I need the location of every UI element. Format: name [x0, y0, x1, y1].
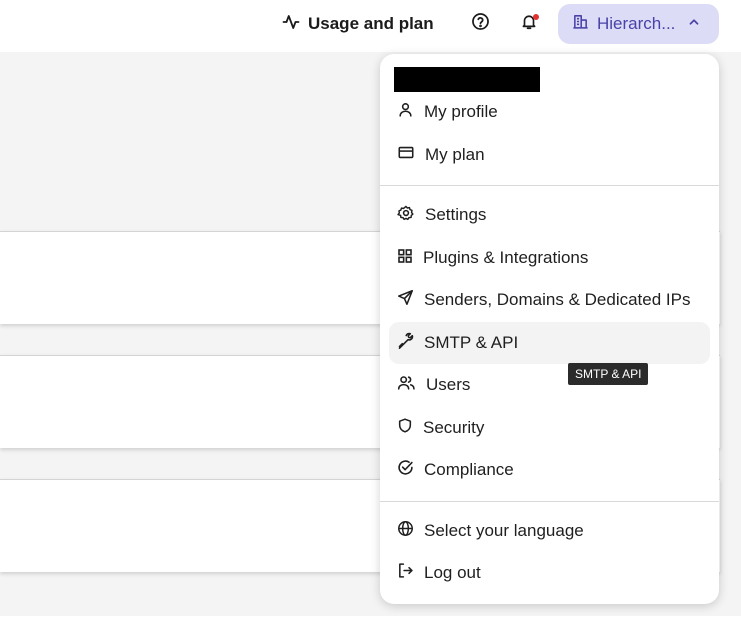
usage-and-plan-link[interactable]: Usage and plan	[282, 12, 434, 36]
shield-icon	[397, 417, 413, 439]
redacted-user-name	[394, 67, 540, 92]
help-button[interactable]	[468, 12, 492, 36]
logout-icon	[397, 562, 414, 584]
menu-item-my-profile[interactable]: My profile	[389, 91, 710, 133]
grid-icon	[397, 248, 413, 269]
menu-item-label: Senders, Domains & Dedicated IPs	[424, 290, 691, 309]
activity-icon	[282, 13, 300, 36]
menu-item-label: Plugins & Integrations	[423, 248, 589, 267]
check-circle-icon	[397, 459, 414, 481]
help-icon	[471, 12, 490, 36]
users-icon	[397, 374, 416, 396]
account-menu-button[interactable]: Hierarch...	[558, 4, 719, 44]
person-icon	[397, 101, 414, 123]
account-name: Hierarch...	[597, 14, 676, 33]
menu-item-users[interactable]: Users	[389, 364, 710, 406]
menu-item-label: My profile	[424, 102, 498, 121]
menu-item-security[interactable]: Security	[389, 407, 710, 449]
menu-item-log-out[interactable]: Log out	[389, 552, 710, 594]
menu-item-smtp-api[interactable]: SMTP & API	[389, 322, 710, 364]
menu-item-compliance[interactable]: Compliance	[389, 449, 710, 491]
menu-divider	[380, 185, 719, 186]
gear-icon	[397, 204, 415, 227]
credit-card-icon	[397, 144, 415, 166]
top-bar: Usage and plan Hierarch...	[0, 0, 741, 52]
paper-plane-icon	[397, 289, 414, 311]
menu-item-label: Select your language	[424, 521, 584, 540]
usage-and-plan-label: Usage and plan	[308, 14, 434, 33]
menu-item-label: My plan	[425, 145, 485, 164]
account-dropdown-menu: My profile My plan Settings Plugins & In…	[380, 54, 719, 604]
wrench-icon	[397, 332, 414, 354]
menu-item-select-language[interactable]: Select your language	[389, 510, 710, 552]
menu-item-label: SMTP & API	[424, 333, 519, 352]
menu-item-label: Settings	[425, 205, 487, 224]
notification-dot	[533, 14, 539, 20]
menu-item-settings[interactable]: Settings	[389, 194, 710, 236]
menu-item-label: Security	[423, 418, 485, 437]
menu-item-my-plan[interactable]: My plan	[389, 134, 710, 176]
menu-divider	[380, 501, 719, 502]
notifications-button[interactable]	[517, 12, 541, 36]
menu-item-label: Users	[426, 375, 471, 394]
globe-icon	[397, 520, 414, 542]
building-icon	[572, 13, 589, 35]
menu-item-plugins-integrations[interactable]: Plugins & Integrations	[389, 237, 710, 279]
menu-item-label: Log out	[424, 563, 481, 582]
menu-item-senders-domains[interactable]: Senders, Domains & Dedicated IPs	[389, 279, 710, 321]
smtp-api-tooltip: SMTP & API	[568, 363, 649, 385]
menu-item-label: Compliance	[424, 460, 514, 479]
chevron-up-icon	[687, 14, 701, 34]
